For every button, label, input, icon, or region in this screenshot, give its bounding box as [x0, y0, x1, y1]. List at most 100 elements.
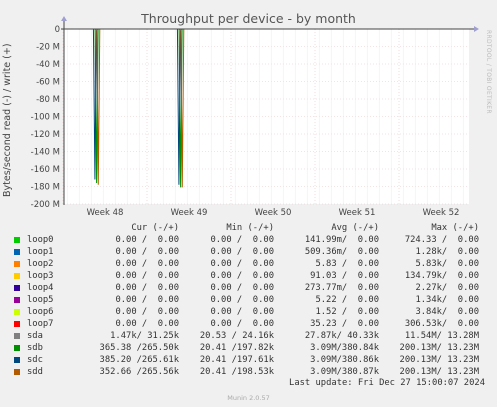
legend-swatch [14, 321, 20, 327]
y-tick-label: -80 M [36, 95, 60, 105]
legend-row-loop0: loop0 0.00 / 0.00 0.00 / 0.00 141.99m/ 0.00… [14, 235, 484, 247]
legend-series-name: loop7 [27, 319, 54, 329]
legend-max-value: 306.53k/ 0.00 [404, 319, 479, 329]
x-tick-label: Week 49 [171, 208, 208, 215]
legend-max-value: 1.28k/ 0.00 [415, 247, 479, 257]
legend-series-name: sdb [27, 343, 43, 353]
legend-avg-value: 5.22 / 0.00 [315, 295, 379, 305]
legend-cur-value: 0.00 / 0.00 [115, 319, 179, 329]
legend-header-avg: Avg (-/+) [331, 223, 379, 233]
y-tick-label: -180 M [31, 183, 60, 193]
x-tick-label: Week 48 [87, 208, 124, 215]
legend-avg-value: 3.09M/380.86k [310, 355, 379, 365]
legend-series-name: sdc [27, 355, 43, 365]
legend-row-sdb: sdb 365.38 /265.50k 20.41 /197.82k 3.09M/38… [14, 343, 484, 355]
legend-series-name: loop2 [27, 259, 54, 269]
y-tick-label: -160 M [31, 165, 60, 175]
legend-header-max: Max (-/+) [431, 223, 479, 233]
legend-min-value: 0.00 / 0.00 [210, 307, 274, 317]
legend-avg-value: 27.87k/ 40.33k [304, 331, 379, 341]
legend-row-loop5: loop5 0.00 / 0.00 0.00 / 0.00 5.22 / 0.00 1.… [14, 295, 484, 307]
legend-series-name: loop4 [27, 283, 54, 293]
legend-cur-value: 1.47k/ 31.25k [110, 331, 179, 341]
legend-row-loop4: loop4 0.00 / 0.00 0.00 / 0.00 273.77m/ 0.00… [14, 283, 484, 295]
legend-min-value: 0.00 / 0.00 [210, 271, 274, 281]
legend-row-sda: sda 1.47k/ 31.25k 20.53 / 24.16k 27.87k/ 40… [14, 331, 484, 343]
legend-min-value: 0.00 / 0.00 [210, 247, 274, 257]
legend-avg-value: 1.52 / 0.00 [315, 307, 379, 317]
legend-min-value: 20.41 /198.53k [199, 367, 274, 377]
legend-cur-value: 352.66 /265.56k [99, 367, 179, 377]
legend-max-value: 134.79k/ 0.00 [404, 271, 479, 281]
y-tick-label: -60 M [36, 78, 60, 88]
legend-min-value: 0.00 / 0.00 [210, 319, 274, 329]
y-axis-arrow [61, 16, 67, 21]
legend-swatch [14, 345, 20, 351]
legend-avg-value: 509.36m/ 0.00 [304, 247, 379, 257]
legend-max-value: 724.33 / 0.00 [404, 235, 479, 245]
legend-series-name: sdd [27, 367, 43, 377]
legend-avg-value: 91.03 / 0.00 [310, 271, 379, 281]
y-tick-label: -120 M [31, 130, 60, 140]
y-tick-labels: 0 -20 M -40 M -60 M -80 M -100 M -120 M -140 M -… [31, 25, 60, 210]
legend-min-value: 20.41 /197.82k [199, 343, 274, 353]
legend-min-value: 0.00 / 0.00 [210, 259, 274, 269]
legend-avg-value: 3.09M/380.87k [310, 367, 379, 377]
legend-cur-value: 0.00 / 0.00 [115, 307, 179, 317]
legend-row-loop3: loop3 0.00 / 0.00 0.00 / 0.00 91.03 / 0.00 1… [14, 271, 484, 283]
y-tick-label: -200 M [31, 200, 60, 210]
legend-cur-value: 385.20 /265.61k [99, 355, 179, 365]
legend-max-value: 3.84k/ 0.00 [415, 307, 479, 317]
legend-avg-value: 5.83 / 0.00 [315, 259, 379, 269]
legend-row-loop7: loop7 0.00 / 0.00 0.00 / 0.00 35.23 / 0.00 3… [14, 319, 484, 331]
legend-cur-value: 0.00 / 0.00 [115, 271, 179, 281]
legend-max-value: 200.13M/ 13.23M [399, 343, 479, 353]
legend-avg-value: 3.09M/380.84k [310, 343, 379, 353]
x-axis-arrow [474, 26, 479, 32]
legend-row-loop6: loop6 0.00 / 0.00 0.00 / 0.00 1.52 / 0.00 3.… [14, 307, 484, 319]
legend-min-value: 0.00 / 0.00 [210, 283, 274, 293]
legend-max-value: 5.83k/ 0.00 [415, 259, 479, 269]
legend-swatch [14, 369, 20, 375]
chart-canvas: 0 -20 M -40 M -60 M -80 M -100 M -120 M -140 M -… [31, 16, 479, 215]
x-tick-label: Week 51 [339, 208, 376, 215]
last-update: Last update: Fri Dec 27 15:00:07 2024 [289, 378, 485, 388]
legend-swatch [14, 357, 20, 363]
legend-avg-value: 141.99m/ 0.00 [304, 235, 379, 245]
legend-min-value: 0.00 / 0.00 [210, 295, 274, 305]
legend-cur-value: 0.00 / 0.00 [115, 283, 179, 293]
legend-series-name: loop5 [27, 295, 54, 305]
legend-row-sdc: sdc 385.20 /265.61k 20.41 /197.61k 3.09M/38… [14, 355, 484, 367]
legend-swatch [14, 237, 20, 243]
legend-series-name: sda [27, 331, 43, 341]
legend-max-value: 2.27k/ 0.00 [415, 283, 479, 293]
y-tick-label: -100 M [31, 113, 60, 123]
legend-cur-value: 365.38 /265.50k [99, 343, 179, 353]
legend-series-name: loop3 [27, 271, 54, 281]
y-tick-label: 0 [55, 25, 60, 35]
legend-series-name: loop1 [27, 247, 54, 257]
legend-header-min: Min (-/+) [226, 223, 274, 233]
legend-max-value: 11.54M/ 13.28M [404, 331, 479, 341]
y-tick-label: -140 M [31, 148, 60, 158]
legend-swatch [14, 333, 20, 339]
legend-swatch [14, 273, 20, 279]
legend-min-value: 20.41 /197.61k [199, 355, 274, 365]
legend-max-value: 1.34k/ 0.00 [415, 295, 479, 305]
y-tick-label: -20 M [36, 43, 60, 53]
x-tick-label: Week 50 [255, 208, 292, 215]
legend-max-value: 200.13M/ 13.23M [399, 355, 479, 365]
legend-swatch [14, 309, 20, 315]
munin-version: Munin 2.0.57 [227, 394, 270, 402]
legend-swatch [14, 297, 20, 303]
x-tick-label: Week 52 [423, 208, 460, 215]
legend-header-cur: Cur (-/+) [131, 223, 179, 233]
legend-cur-value: 0.00 / 0.00 [115, 247, 179, 257]
legend-row-loop2: loop2 0.00 / 0.00 0.00 / 0.00 5.83 / 0.00 5.… [14, 259, 484, 271]
y-tick-label: -40 M [36, 60, 60, 70]
legend-cur-value: 0.00 / 0.00 [115, 295, 179, 305]
legend-cur-value: 0.00 / 0.00 [115, 235, 179, 245]
legend-swatch [14, 261, 20, 267]
legend-row-loop1: loop1 0.00 / 0.00 0.00 / 0.00 509.36m/ 0.00… [14, 247, 484, 259]
legend-swatch [14, 249, 20, 255]
